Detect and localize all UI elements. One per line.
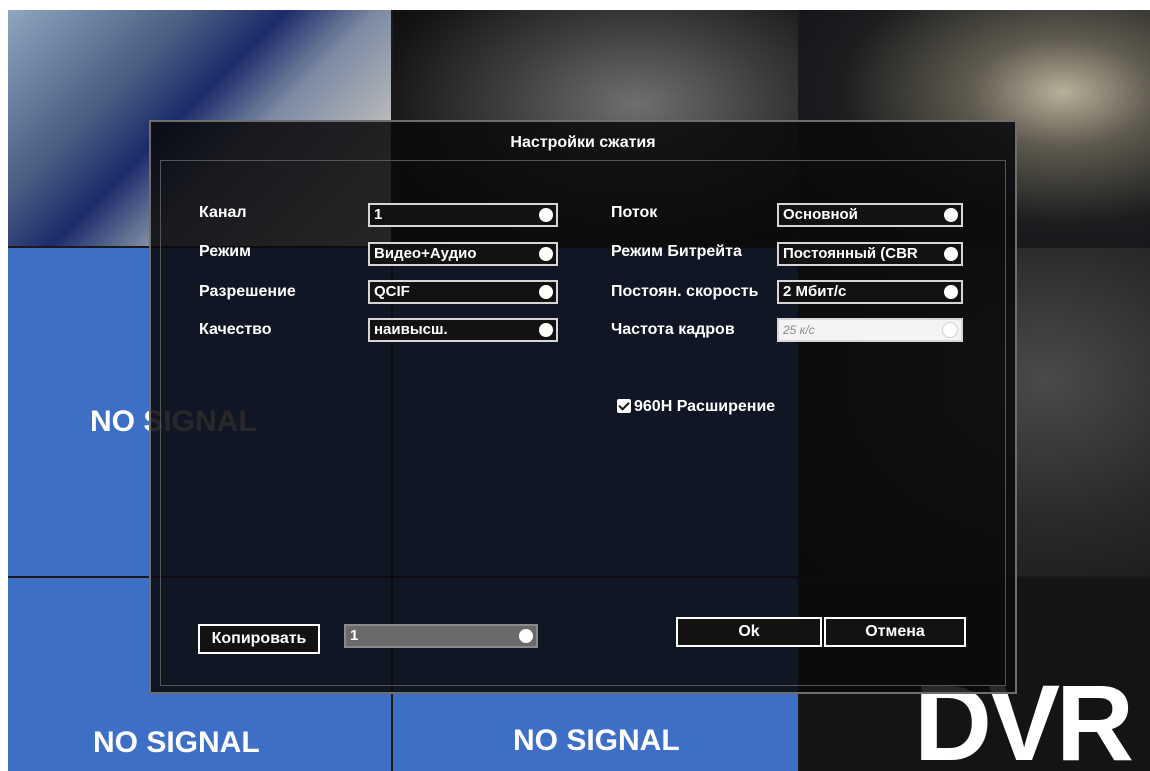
- bitrate-mode-value: Постоянный (CBR: [783, 245, 918, 262]
- copy-target-select[interactable]: 1: [344, 624, 538, 648]
- dialog-title: Настройки сжатия: [510, 134, 656, 151]
- 960h-extension-checkbox[interactable]: 960H Расширение: [617, 398, 775, 416]
- quality-select[interactable]: наивысш.: [368, 318, 558, 342]
- quality-value: наивысш.: [374, 321, 448, 338]
- copy-button[interactable]: Копировать: [198, 624, 320, 654]
- dropdown-knob-icon: [944, 285, 958, 299]
- resolution-label: Разрешение: [199, 283, 296, 300]
- compression-settings-dialog: Настройки сжатия Канал 1 Режим Видео+Ауд…: [149, 120, 1017, 694]
- cancel-button[interactable]: Отмена: [824, 617, 966, 647]
- frame-rate-value: 25 к/с: [783, 323, 815, 337]
- dropdown-knob-icon: [539, 285, 553, 299]
- dropdown-knob-icon: [942, 322, 958, 338]
- channel-select[interactable]: 1: [368, 203, 558, 227]
- quality-label: Качество: [199, 321, 272, 338]
- dropdown-knob-icon: [539, 208, 553, 222]
- dropdown-knob-icon: [944, 208, 958, 222]
- frame-rate-label: Частота кадров: [611, 321, 735, 338]
- resolution-select[interactable]: QCIF: [368, 280, 558, 304]
- bitrate-mode-select[interactable]: Постоянный (CBR: [777, 242, 963, 266]
- dialog-content-frame: [160, 160, 1006, 686]
- stream-label: Поток: [611, 204, 658, 221]
- dropdown-knob-icon: [944, 247, 958, 261]
- stream-value: Основной: [783, 206, 858, 223]
- channel-label: Канал: [199, 204, 247, 221]
- stream-select[interactable]: Основной: [777, 203, 963, 227]
- constant-bitrate-value: 2 Мбит/с: [783, 283, 847, 300]
- no-signal-label: NO SIGNAL: [93, 726, 260, 759]
- bitrate-mode-label: Режим Битрейта: [611, 243, 742, 260]
- channel-value: 1: [374, 206, 383, 223]
- 960h-extension-label: 960H Расширение: [634, 398, 776, 415]
- copy-target-value: 1: [350, 627, 359, 644]
- constant-bitrate-label: Постоян. скорость: [611, 283, 759, 300]
- dropdown-knob-icon: [539, 247, 553, 261]
- dropdown-knob-icon: [539, 323, 553, 337]
- resolution-value: QCIF: [374, 283, 410, 300]
- constant-bitrate-select[interactable]: 2 Мбит/с: [777, 280, 963, 304]
- mode-value: Видео+Аудио: [374, 245, 477, 262]
- dropdown-knob-icon: [519, 629, 533, 643]
- mode-label: Режим: [199, 243, 251, 260]
- frame-rate-select[interactable]: 25 к/с: [777, 318, 963, 342]
- ok-button[interactable]: Ok: [676, 617, 822, 647]
- checkbox-checked-icon: [617, 399, 631, 413]
- mode-select[interactable]: Видео+Аудио: [368, 242, 558, 266]
- no-signal-label: NO SIGNAL: [513, 724, 680, 757]
